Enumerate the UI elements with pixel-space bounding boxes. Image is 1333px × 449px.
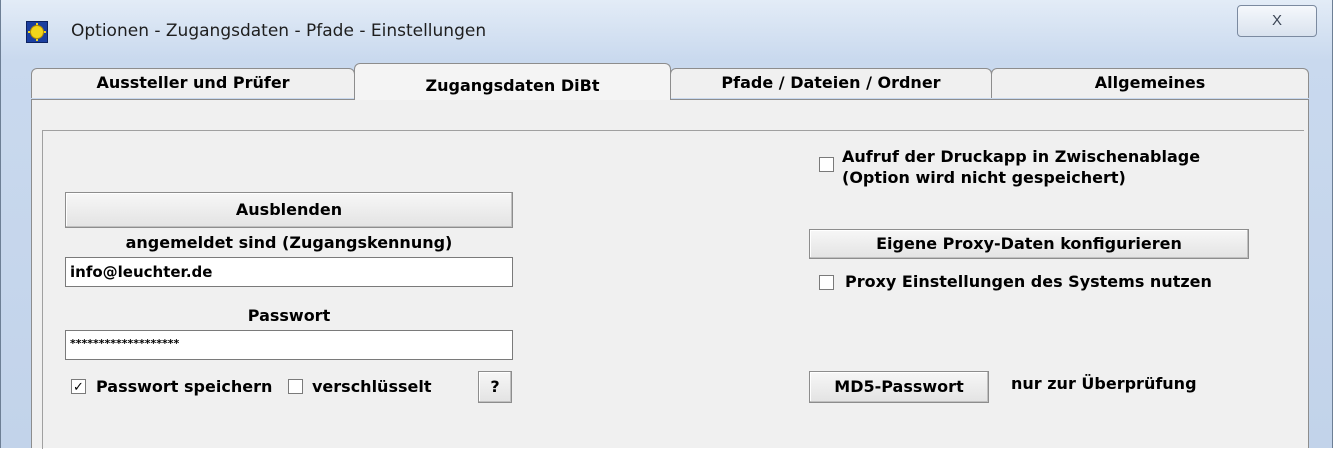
system-proxy-checkbox[interactable]	[819, 275, 834, 290]
login-input[interactable]: info@leuchter.de	[65, 257, 513, 287]
close-icon: X	[1271, 12, 1282, 29]
md5-password-button[interactable]: MD5-Passwort	[809, 371, 989, 403]
tab-strip: Aussteller und Prüfer Zugangsdaten DiBt …	[31, 63, 1309, 100]
encrypted-label: verschlüsselt	[312, 377, 432, 396]
tab-pfade-dateien-ordner[interactable]: Pfade / Dateien / Ordner	[670, 68, 992, 98]
save-password-checkbox[interactable]: ✓	[71, 379, 86, 394]
sun-disc	[31, 26, 43, 38]
tab-zugangsdaten-dibt[interactable]: Zugangsdaten DiBt	[354, 63, 671, 100]
options-window: Optionen - Zugangsdaten - Pfade - Einste…	[0, 0, 1333, 449]
proxy-config-button[interactable]: Eigene Proxy-Daten konfigurieren	[809, 229, 1249, 259]
save-password-label: Passwort speichern	[96, 377, 273, 396]
clipboard-option-line2: (Option wird nicht gespeichert)	[842, 168, 1126, 187]
close-button[interactable]: X	[1237, 5, 1317, 37]
system-proxy-label: Proxy Einstellungen des Systems nutzen	[845, 272, 1212, 291]
check-icon: ✓	[73, 379, 84, 394]
tab-allgemeines[interactable]: Allgemeines	[991, 68, 1309, 98]
encrypted-checkbox[interactable]	[288, 379, 303, 394]
md5-note: nur zur Überprüfung	[1011, 374, 1197, 393]
app-sun-icon	[26, 21, 48, 43]
login-label: angemeldet sind (Zugangskennung)	[125, 233, 453, 252]
password-input[interactable]: *******************	[65, 330, 513, 360]
password-label: Passwort	[247, 306, 331, 325]
clipboard-option-label: Aufruf der Druckapp in Zwischenablage (O…	[842, 146, 1200, 188]
clipboard-option-line1: Aufruf der Druckapp in Zwischenablage	[842, 147, 1201, 166]
window-title: Optionen - Zugangsdaten - Pfade - Einste…	[71, 21, 487, 41]
tab-panel-zugangsdaten: Ausblenden angemeldet sind (Zugangskennu…	[31, 99, 1309, 449]
help-button[interactable]: ?	[478, 371, 512, 403]
tab-aussteller-pruefer[interactable]: Aussteller und Prüfer	[31, 68, 355, 98]
hide-button[interactable]: Ausblenden	[65, 192, 513, 228]
title-bar: Optionen - Zugangsdaten - Pfade - Einste…	[1, 0, 1332, 62]
clipboard-option-checkbox[interactable]	[819, 157, 834, 172]
